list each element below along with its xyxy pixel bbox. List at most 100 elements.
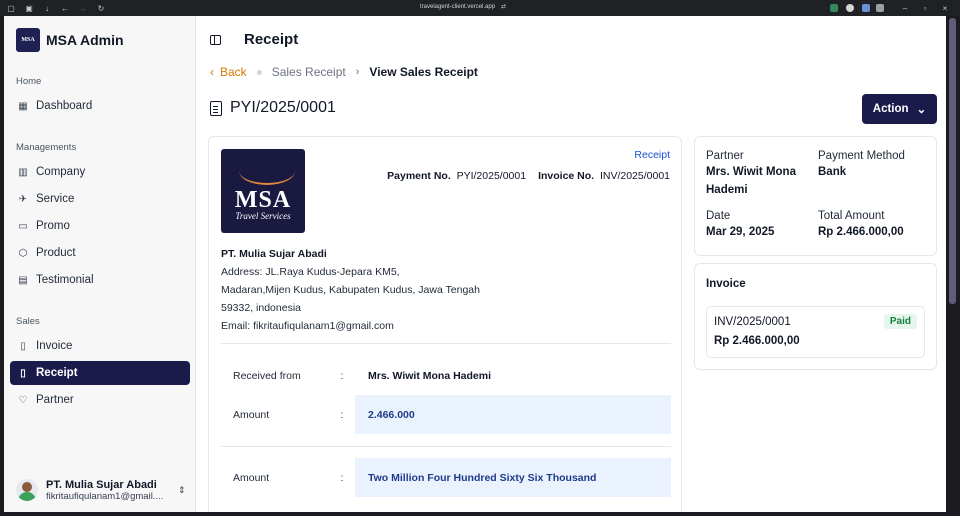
dashboard-icon: ▦ — [18, 100, 28, 112]
partner-value-line: Mrs. Wiwit Mona — [706, 166, 796, 178]
sidebar-toggle-icon[interactable] — [210, 35, 221, 45]
tabs-icon[interactable]: ▣ — [24, 3, 34, 13]
forward-arrow-icon[interactable]: → — [78, 3, 88, 13]
breadcrumb-sales-receipt[interactable]: Sales Receipt — [272, 65, 346, 79]
extension-icon[interactable] — [876, 4, 884, 12]
logo-main-text: MSA — [234, 187, 292, 213]
address-bar[interactable]: travelagent-client.vercel.app ⇄ — [420, 3, 506, 11]
amount-words-row: Amount : Two Million Four Hundred Sixty … — [221, 458, 671, 497]
sidebar-item-label: Product — [36, 247, 76, 259]
partner-label: Partner — [706, 150, 744, 162]
colon: : — [340, 370, 344, 382]
address-line: Madaran,Mijen Kudus, Kabupaten Kudus, Ja… — [221, 284, 480, 296]
received-from-label: Received from — [233, 370, 301, 382]
close-icon[interactable]: × — [940, 3, 950, 13]
divider — [221, 446, 671, 447]
received-from-value: Mrs. Wiwit Mona Hademi — [368, 370, 492, 382]
invoice-card: Invoice INV/2025/0001 Rp 2.466.000,00 Pa… — [694, 263, 937, 370]
sidebar-item-label: Service — [36, 193, 75, 205]
receipt-card: Receipt MSA Travel Services Payment No. … — [208, 136, 682, 512]
company-logo: MSA Travel Services — [221, 149, 305, 233]
colon: : — [340, 471, 344, 484]
receipt-tag: Receipt — [634, 149, 670, 161]
user-name: PT. Mulia Sujar Abadi — [46, 478, 157, 491]
chevron-up-down-icon: ⇕ — [178, 484, 186, 495]
sidebar-tabs-icon[interactable]: ▢ — [6, 3, 16, 13]
total-cell: Total Amount Rp 2.466.000,00 — [818, 210, 934, 241]
invoice-item-amount: Rp 2.466.000,00 — [714, 335, 800, 347]
amount-words-label: Amount — [233, 471, 270, 484]
payment-info-card: Partner Mrs. Wiwit Mona Hademi Payment M… — [694, 136, 937, 256]
sidebar-item-partner[interactable]: ♡ Partner — [10, 388, 190, 412]
colon: : — [340, 408, 344, 421]
user-email: fikritaufiqulanam1@gmail.... — [46, 490, 164, 502]
amount-words-value: Two Million Four Hundred Sixty Six Thous… — [355, 458, 671, 497]
invoice-item[interactable]: INV/2025/0001 Rp 2.466.000,00 Paid — [706, 306, 925, 358]
sidebar-item-product[interactable]: ⬡ Product — [10, 241, 190, 265]
email-line: Email: fikritaufiqulanam1@gmail.com — [221, 320, 394, 332]
address-line: 59332, indonesia — [221, 302, 301, 314]
action-label: Action — [872, 103, 909, 115]
brand[interactable]: MSA MSA Admin — [16, 28, 124, 52]
sidebar-item-promo[interactable]: ▭ Promo — [10, 214, 190, 238]
breadcrumb-current: View Sales Receipt — [369, 65, 478, 79]
total-label: Total Amount — [818, 210, 885, 222]
reload-icon[interactable]: ↻ — [96, 3, 106, 13]
payment-method-value: Bank — [818, 166, 847, 178]
date-cell: Date Mar 29, 2025 — [706, 210, 816, 241]
amount-value: 2.466.000 — [355, 395, 671, 434]
minimize-icon[interactable]: – — [900, 3, 910, 13]
sidebar-item-label: Receipt — [36, 367, 78, 379]
invoice-item-number: INV/2025/0001 — [714, 316, 791, 328]
maximize-icon[interactable]: ▫ — [920, 3, 930, 13]
sidebar-item-company[interactable]: ▥ Company — [10, 160, 190, 184]
logo-sub-text: Travel Services — [235, 211, 291, 221]
sidebar: MSA MSA Admin Home ▦ Dashboard Managemen… — [4, 16, 196, 512]
share-icon[interactable]: ⇄ — [501, 3, 506, 10]
breadcrumb: ‹ Back Sales Receipt › View Sales Receip… — [210, 65, 478, 79]
extension-icon[interactable] — [830, 4, 838, 12]
back-arrow-icon[interactable]: ← — [60, 3, 70, 13]
invoice-title: Invoice — [706, 278, 746, 290]
address-line: Address: JL.Raya Kudus-Jepara KM5, — [221, 266, 400, 278]
status-badge: Paid — [883, 314, 917, 329]
chevron-down-icon: ⌄ — [916, 104, 927, 116]
document-header: PYI/2025/0001 — [210, 99, 336, 117]
sidebar-item-receipt[interactable]: ▯ Receipt — [10, 361, 190, 385]
company-details: PT. Mulia Sujar Abadi Address: JL.Raya K… — [221, 245, 480, 335]
payment-method-label: Payment Method — [818, 150, 905, 162]
invoice-no-label: Invoice No. — [538, 170, 595, 182]
sidebar-item-testimonial[interactable]: ▤ Testimonial — [10, 268, 190, 292]
action-button[interactable]: Action ⌄ — [862, 94, 937, 124]
avatar — [16, 479, 38, 501]
sidebar-item-service[interactable]: ✈ Service — [10, 187, 190, 211]
box-icon: ⬡ — [18, 247, 28, 259]
sidebar-item-label: Dashboard — [36, 100, 93, 112]
sidebar-item-invoice[interactable]: ▯ Invoice — [10, 334, 190, 358]
back-button[interactable]: ‹ Back — [210, 65, 247, 79]
plane-icon: ✈ — [18, 193, 28, 205]
amount-label: Amount — [233, 408, 270, 421]
handshake-icon: ♡ — [18, 394, 28, 406]
extension-icon[interactable] — [846, 4, 854, 12]
brand-name: MSA Admin — [46, 32, 124, 48]
download-icon[interactable]: ↓ — [42, 3, 52, 13]
amount-row: Amount : 2.466.000 — [221, 395, 671, 434]
partner-cell: Partner Mrs. Wiwit Mona Hademi — [706, 150, 816, 199]
payment-no-label: Payment No. — [387, 170, 451, 182]
payment-method-cell: Payment Method Bank — [818, 150, 934, 181]
partner-value: Mrs. Wiwit Mona Hademi — [706, 163, 816, 199]
extension-icon[interactable] — [862, 4, 870, 12]
brand-logo: MSA — [16, 28, 40, 52]
payment-meta: Payment No. PYI/2025/0001 Invoice No. IN… — [387, 170, 670, 182]
page-title: Receipt — [244, 31, 299, 48]
scrollbar-thumb[interactable] — [949, 18, 956, 304]
user-menu[interactable]: PT. Mulia Sujar Abadi fikritaufiqulanam1… — [16, 474, 188, 506]
document-icon: ▯ — [20, 340, 26, 352]
chevron-left-icon: ‹ — [210, 65, 214, 79]
main-content: Receipt ‹ Back Sales Receipt › View Sale… — [196, 16, 946, 512]
sidebar-item-dashboard[interactable]: ▦ Dashboard — [10, 94, 190, 118]
received-from-row: Received from : Mrs. Wiwit Mona Hademi — [221, 359, 671, 393]
ticket-icon: ▭ — [18, 220, 28, 232]
building-icon: ▥ — [18, 166, 28, 178]
